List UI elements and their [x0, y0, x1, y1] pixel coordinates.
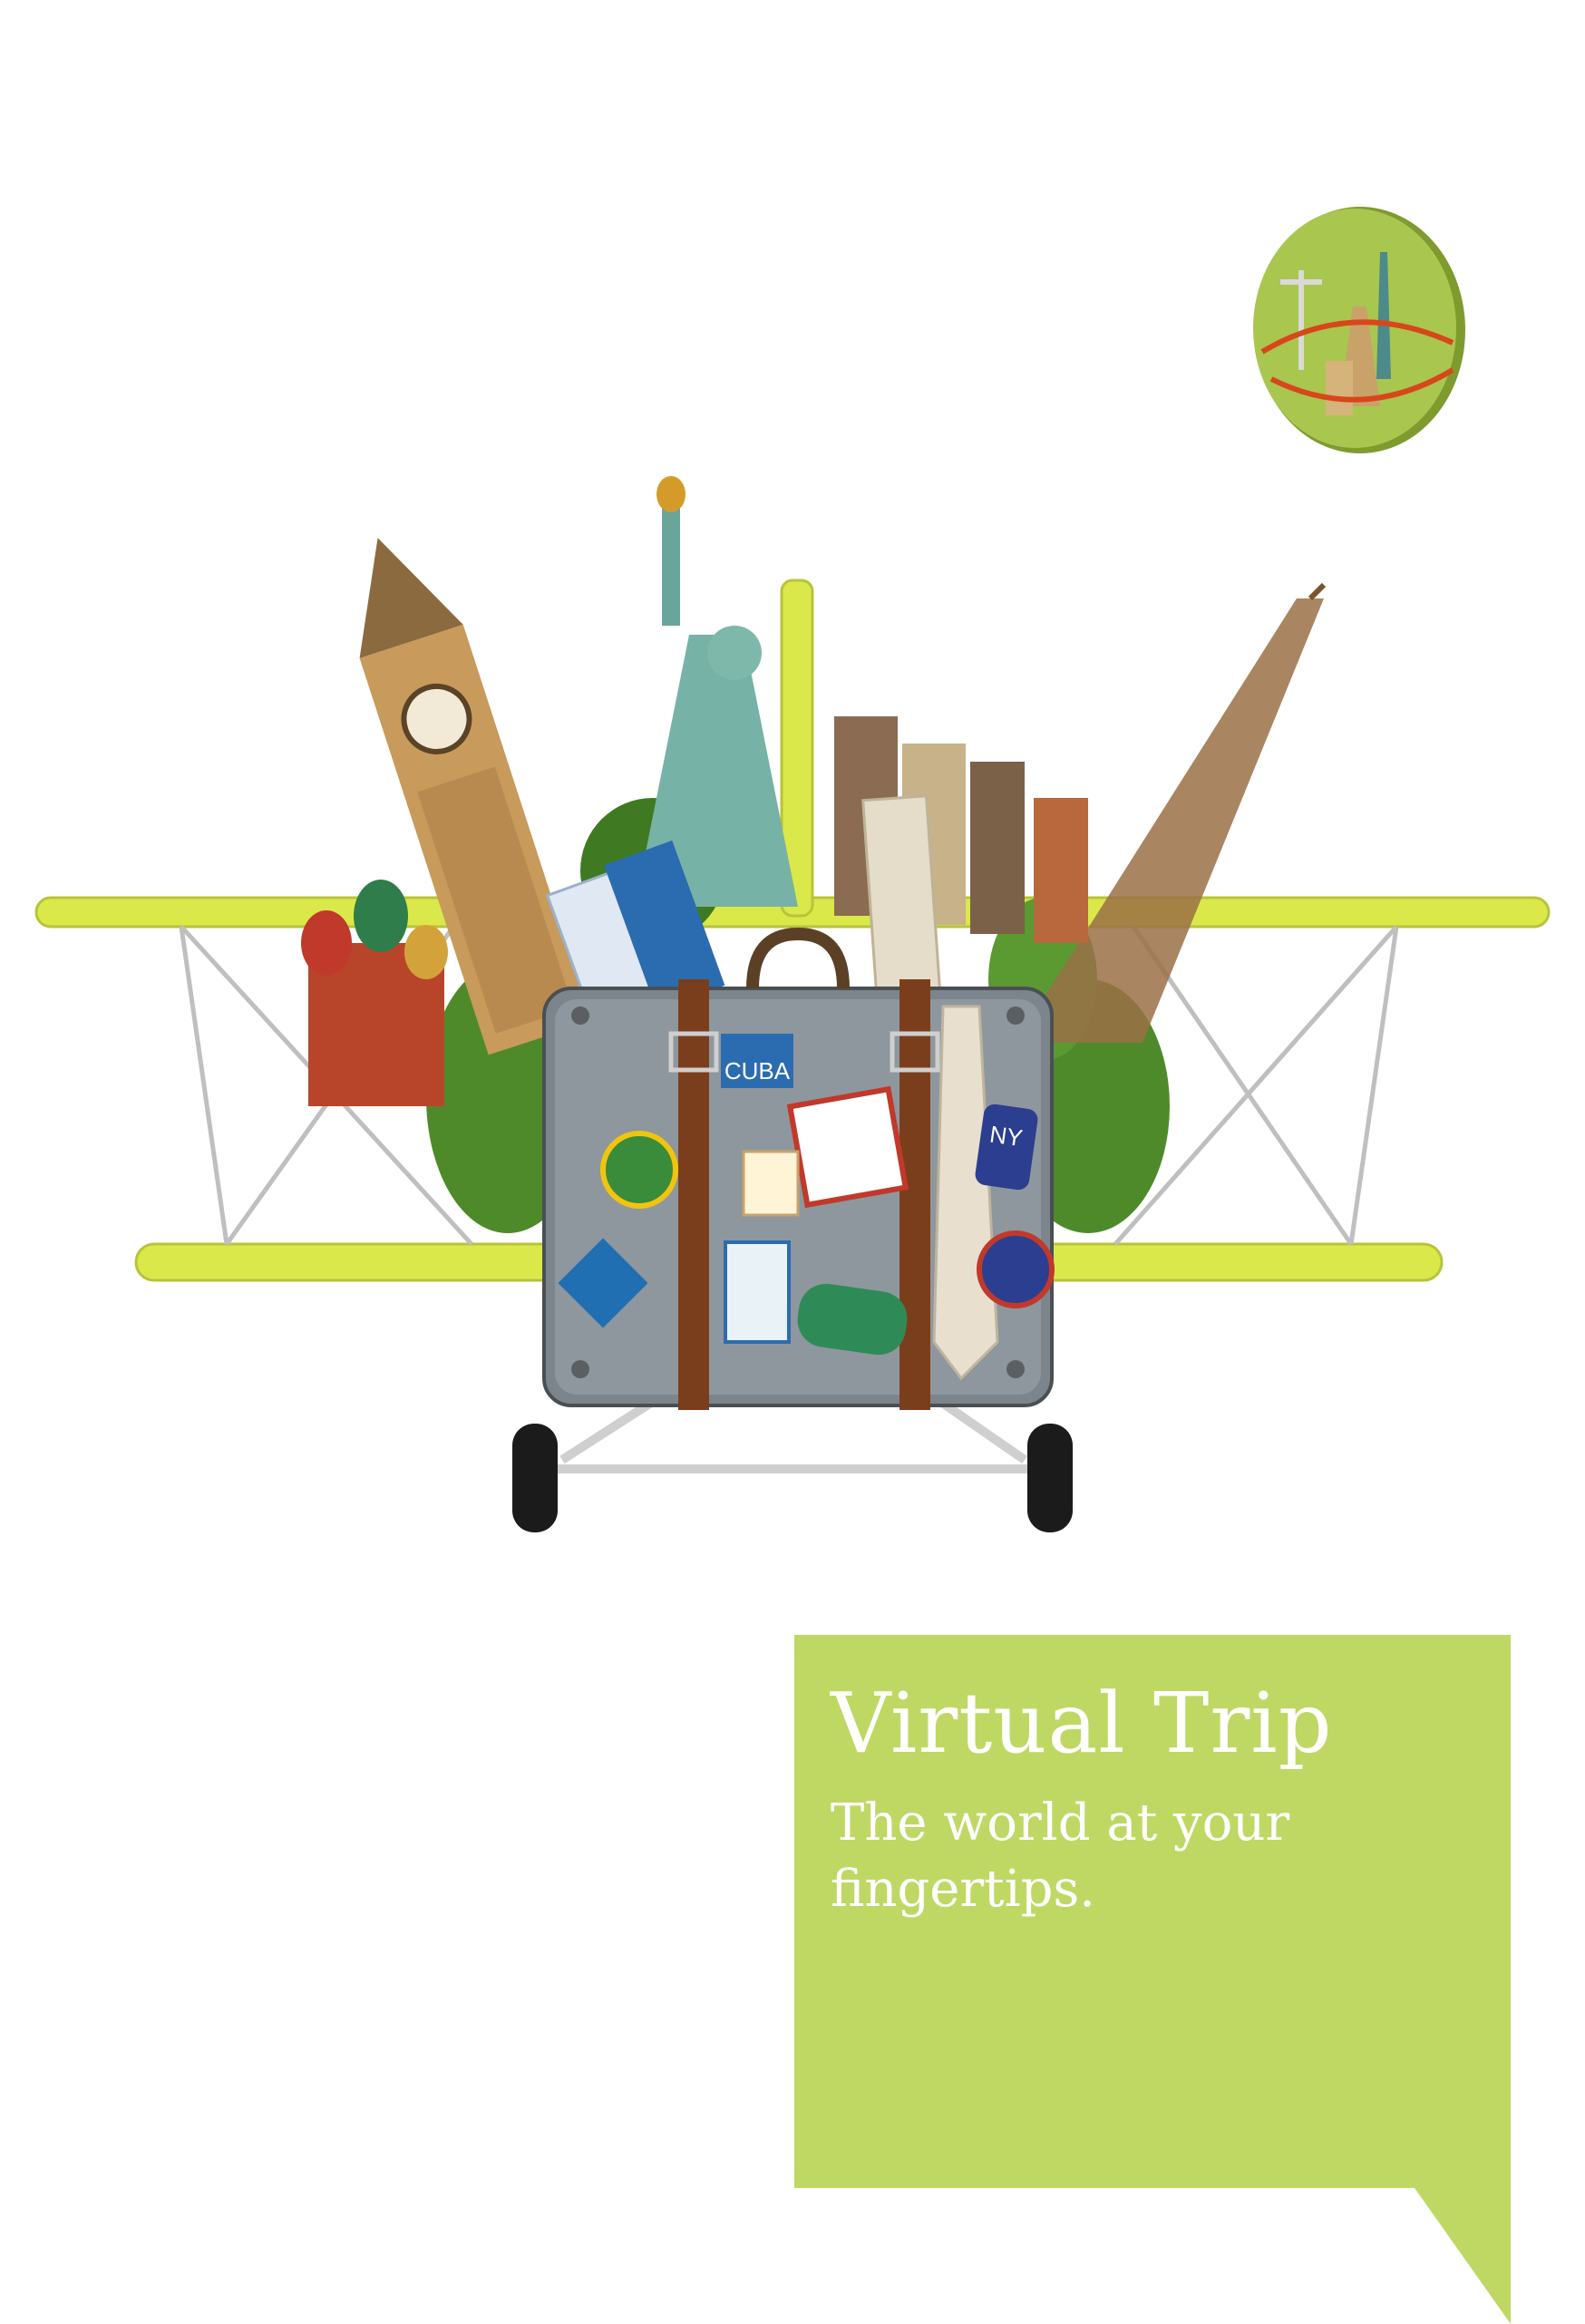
- svg-text:CUBA: CUBA: [724, 1057, 791, 1084]
- svg-text:NY: NY: [988, 1120, 1025, 1152]
- brand-tagline: The world at your fingertips.: [831, 1794, 1290, 1919]
- brand-title: Virtual Trip: [831, 1675, 1333, 1772]
- leaning-tower-icon: [861, 794, 942, 1001]
- suitcase-icon: CUBA NY: [542, 927, 1055, 1410]
- statue-of-liberty-icon: [635, 476, 798, 907]
- speech-bubble-tail: [1415, 2188, 1511, 2324]
- biplane-suitcase-illustration: CUBA NY: [34, 476, 1551, 1532]
